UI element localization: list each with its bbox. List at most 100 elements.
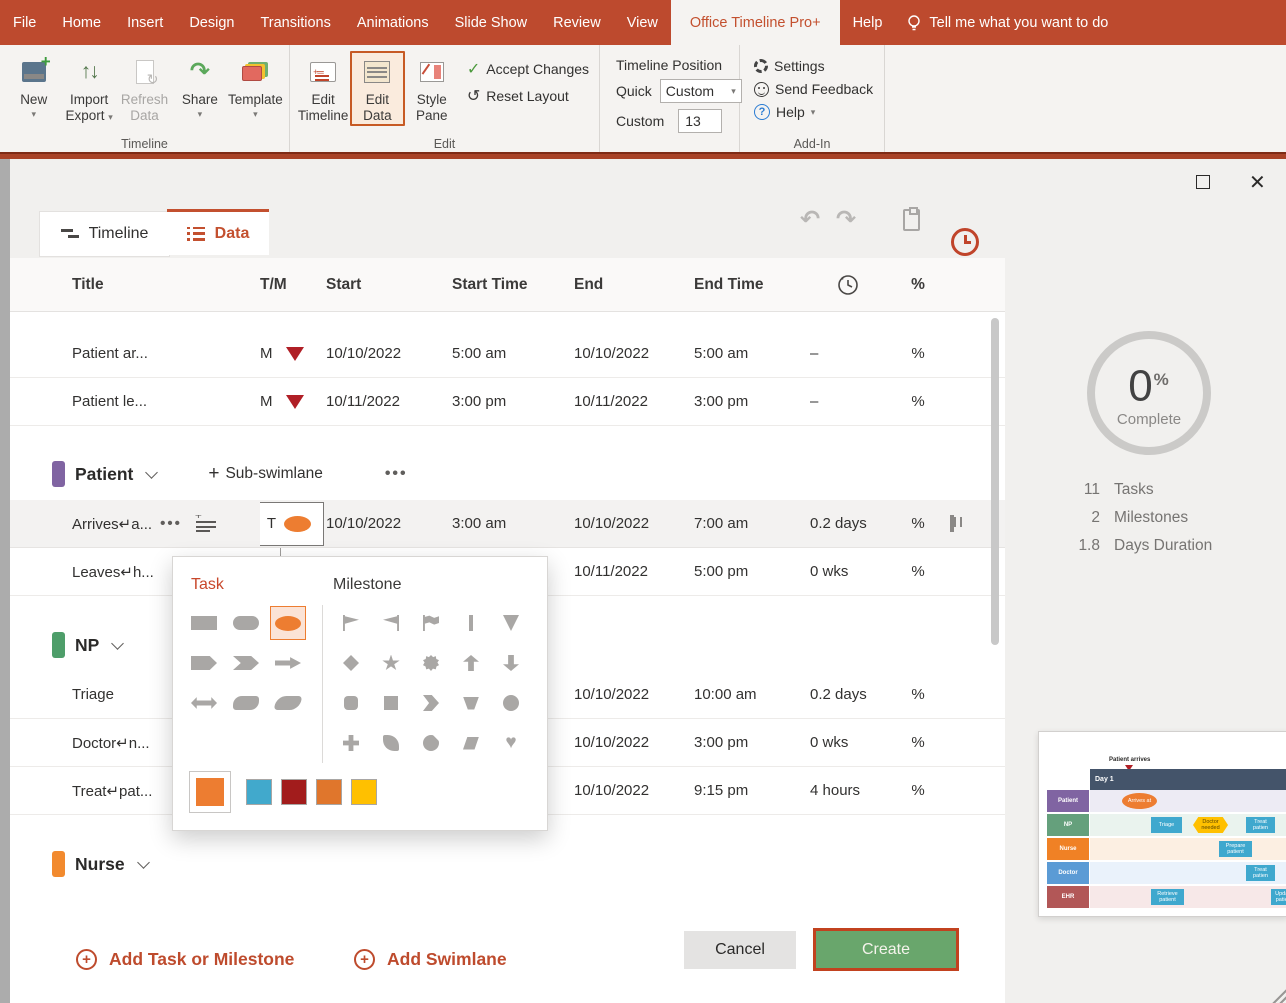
- task-shape-ellipse-selected[interactable]: [270, 606, 306, 640]
- cell-title[interactable]: Patient le...: [72, 393, 260, 410]
- swatch-yellow[interactable]: [351, 779, 377, 805]
- milestone-shape-flag-right[interactable]: [343, 615, 359, 631]
- cell-end-time[interactable]: 10:00 am: [694, 686, 810, 703]
- delete-row-icon[interactable]: [950, 515, 954, 532]
- cell-percent[interactable]: %: [890, 782, 950, 799]
- tab-help[interactable]: Help: [840, 0, 896, 45]
- swimlane-color-chip[interactable]: [52, 851, 65, 877]
- tab-office-timeline-pro[interactable]: Office Timeline Pro+: [671, 0, 840, 45]
- swimlane-patient[interactable]: Patient + Sub-swimlane •••: [10, 448, 1005, 500]
- share-button[interactable]: ↷ Share ▾: [172, 51, 227, 119]
- table-row[interactable]: Patient ar... M 10/10/2022 5:00 am 10/10…: [10, 330, 1005, 378]
- tab-file[interactable]: File: [0, 0, 49, 45]
- resize-grip-icon[interactable]: [1270, 987, 1286, 1003]
- task-shape-double-arrow[interactable]: [191, 696, 217, 710]
- swimlane-name[interactable]: Nurse: [75, 854, 125, 875]
- swimlane-color-chip[interactable]: [52, 632, 65, 658]
- header-end-time[interactable]: End Time: [694, 276, 810, 294]
- header-tm[interactable]: T/M: [260, 276, 326, 294]
- maximize-button[interactable]: [1196, 175, 1210, 189]
- cell-percent[interactable]: %: [890, 393, 950, 410]
- more-options-icon[interactable]: •••: [160, 515, 182, 532]
- swimlane-name[interactable]: NP: [75, 635, 99, 656]
- cell-end[interactable]: 10/11/2022: [574, 563, 694, 580]
- task-shape-rounded-slant-2[interactable]: [274, 696, 302, 710]
- cell-tm[interactable]: T: [260, 502, 326, 546]
- task-shape-pentagon-arrow[interactable]: [191, 656, 217, 670]
- milestone-shape-cut-circle[interactable]: [423, 735, 439, 751]
- help-button[interactable]: ? Help ▾: [754, 104, 873, 120]
- milestone-shape-star[interactable]: [382, 655, 400, 672]
- cell-duration[interactable]: –: [810, 393, 890, 410]
- cell-tm[interactable]: M: [260, 345, 326, 362]
- milestone-shape-waving-flag[interactable]: [423, 615, 439, 631]
- shape-type-cell[interactable]: T: [260, 502, 324, 546]
- tab-view[interactable]: View: [614, 0, 671, 45]
- milestone-shape-rounded-square[interactable]: [344, 696, 358, 710]
- task-shape-chevron[interactable]: [233, 656, 259, 670]
- cell-percent[interactable]: %: [890, 345, 950, 362]
- reset-layout-button[interactable]: ↺ Reset Layout: [467, 86, 589, 106]
- swatch-blue[interactable]: [246, 779, 272, 805]
- add-details-icon[interactable]: [196, 517, 216, 531]
- cell-percent[interactable]: %: [890, 734, 950, 751]
- quick-position-dropdown[interactable]: Custom ▾: [660, 79, 742, 103]
- milestone-shape-triangle-down[interactable]: [503, 615, 519, 631]
- milestone-shape-leaf[interactable]: [383, 735, 399, 751]
- milestone-shape-heart[interactable]: ♥: [505, 735, 516, 751]
- import-export-button[interactable]: ↑↓ Import Export ▾: [61, 51, 116, 124]
- milestone-shape-bar[interactable]: [469, 615, 473, 631]
- cell-end-time[interactable]: 5:00 am: [694, 345, 810, 362]
- cell-start[interactable]: 10/11/2022: [326, 393, 452, 410]
- more-options-icon[interactable]: •••: [385, 465, 408, 483]
- tab-home[interactable]: Home: [49, 0, 114, 45]
- cell-end[interactable]: 10/10/2022: [574, 782, 694, 799]
- table-row[interactable]: Patient le... M 10/11/2022 3:00 pm 10/11…: [10, 378, 1005, 426]
- cell-title[interactable]: Arrives↵a... •••: [72, 515, 260, 533]
- cell-start[interactable]: 10/10/2022: [326, 515, 452, 532]
- undo-icon[interactable]: ↶: [800, 205, 820, 234]
- cell-duration[interactable]: 4 hours: [810, 782, 890, 799]
- send-feedback-button[interactable]: Send Feedback: [754, 81, 873, 97]
- header-percent[interactable]: %: [890, 276, 950, 294]
- tab-data[interactable]: Data: [167, 209, 269, 255]
- cell-end-time[interactable]: 3:00 pm: [694, 393, 810, 410]
- milestone-shape-plus[interactable]: [343, 735, 359, 751]
- clipboard-icon[interactable]: [903, 209, 920, 231]
- edit-timeline-button[interactable]: Edit Timeline: [296, 51, 350, 124]
- task-shape-rounded-slant[interactable]: [233, 696, 259, 710]
- cell-start-time[interactable]: 5:00 am: [452, 345, 574, 362]
- milestone-shape-arrow-up[interactable]: [463, 655, 479, 671]
- header-duration-icon[interactable]: [810, 273, 890, 297]
- header-end[interactable]: End: [574, 276, 694, 294]
- task-shape-rectangle[interactable]: [191, 616, 217, 630]
- cell-tm[interactable]: M: [260, 393, 326, 410]
- cell-start-time[interactable]: 3:00 pm: [452, 393, 574, 410]
- cell-duration[interactable]: 0 wks: [810, 563, 890, 580]
- add-swimlane-button[interactable]: + Add Swimlane: [354, 949, 507, 970]
- style-pane-button[interactable]: Style Pane: [405, 51, 459, 124]
- cell-title[interactable]: Patient ar...: [72, 345, 260, 362]
- milestone-shape-square[interactable]: [384, 696, 398, 710]
- milestone-shape-arrow-down[interactable]: [503, 655, 519, 671]
- table-row-selected[interactable]: Arrives↵a... ••• T 10/10/2022 3:00 am 10…: [10, 500, 1005, 548]
- template-button[interactable]: Template ▾: [228, 51, 283, 119]
- header-title[interactable]: Title: [72, 276, 260, 294]
- milestone-shape-parallelogram[interactable]: [463, 737, 479, 750]
- swatch-dark-red[interactable]: [281, 779, 307, 805]
- chevron-down-icon[interactable]: [137, 856, 150, 869]
- tab-timeline[interactable]: Timeline: [39, 211, 170, 257]
- custom-position-input[interactable]: 13: [678, 109, 722, 133]
- milestone-shape-flag-left[interactable]: [383, 615, 399, 631]
- header-start[interactable]: Start: [326, 276, 452, 294]
- cell-percent[interactable]: %: [890, 515, 950, 532]
- cell-end-time[interactable]: 5:00 pm: [694, 563, 810, 580]
- task-shape-arrow-right[interactable]: [275, 656, 301, 670]
- milestone-shape-seal-star[interactable]: [423, 655, 439, 671]
- swatch-orange-selected[interactable]: [189, 771, 231, 813]
- cell-duration[interactable]: 0.2 days: [810, 686, 890, 703]
- cell-end[interactable]: 10/10/2022: [574, 686, 694, 703]
- accept-changes-button[interactable]: ✓ Accept Changes: [467, 59, 589, 79]
- add-sub-swimlane-button[interactable]: + Sub-swimlane: [208, 463, 322, 485]
- cell-duration[interactable]: 0 wks: [810, 734, 890, 751]
